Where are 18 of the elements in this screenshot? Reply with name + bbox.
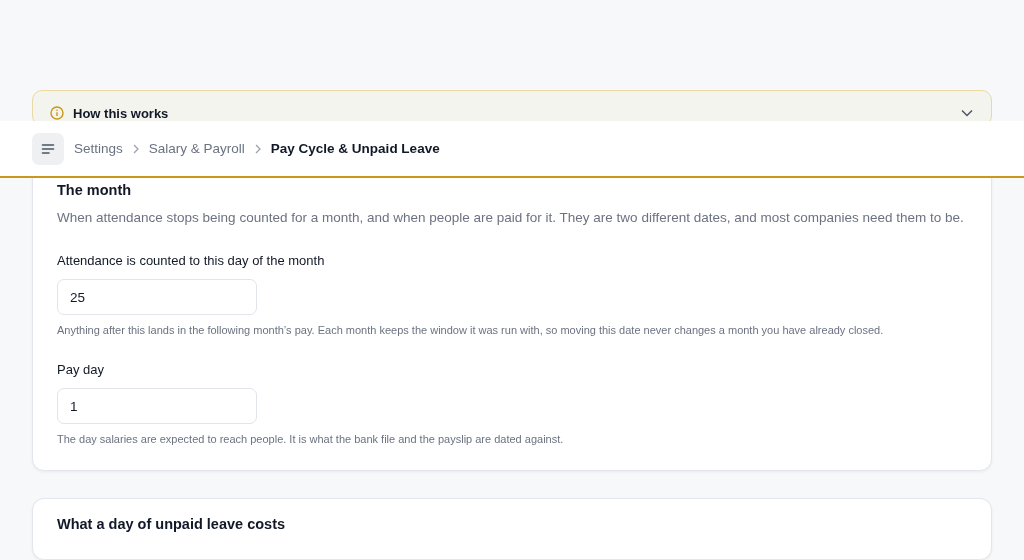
help-text: Anything after this lands in the following month’s pay. Each month keeps the window it was run with, so moving this date never changes a month you have already closed. <box>57 323 885 337</box>
card-description: When attendance stops being counted for a month, and when people are paid for it. They are two different dates, and most companies need them to be. <box>57 209 965 227</box>
chevron-right-icon <box>132 143 139 154</box>
input-field[interactable]: 25 <box>57 279 257 315</box>
notice-title: How this works <box>73 105 170 121</box>
breadcrumb-link[interactable]: Salary & Payroll <box>148 141 245 156</box>
field-label: Attendance is counted to this day of the month <box>57 252 326 270</box>
field-label: Pay day <box>57 361 105 379</box>
breadcrumb-current: Pay Cycle & Unpaid Leave <box>270 141 440 156</box>
card-title: The month <box>57 181 133 200</box>
chevron-icon[interactable] <box>961 109 973 117</box>
breadcrumb-link[interactable]: Settings <box>74 141 123 156</box>
chevron-right-icon <box>254 143 261 154</box>
menu-button[interactable] <box>32 132 64 165</box>
menu-icon <box>41 142 55 155</box>
input-field[interactable]: 1 <box>57 388 257 424</box>
card-title: What a day of unpaid leave costs <box>57 515 287 534</box>
help-text: The day salaries are expected to reach people. It is what the bank file and the payslip are dated against. <box>57 432 565 446</box>
